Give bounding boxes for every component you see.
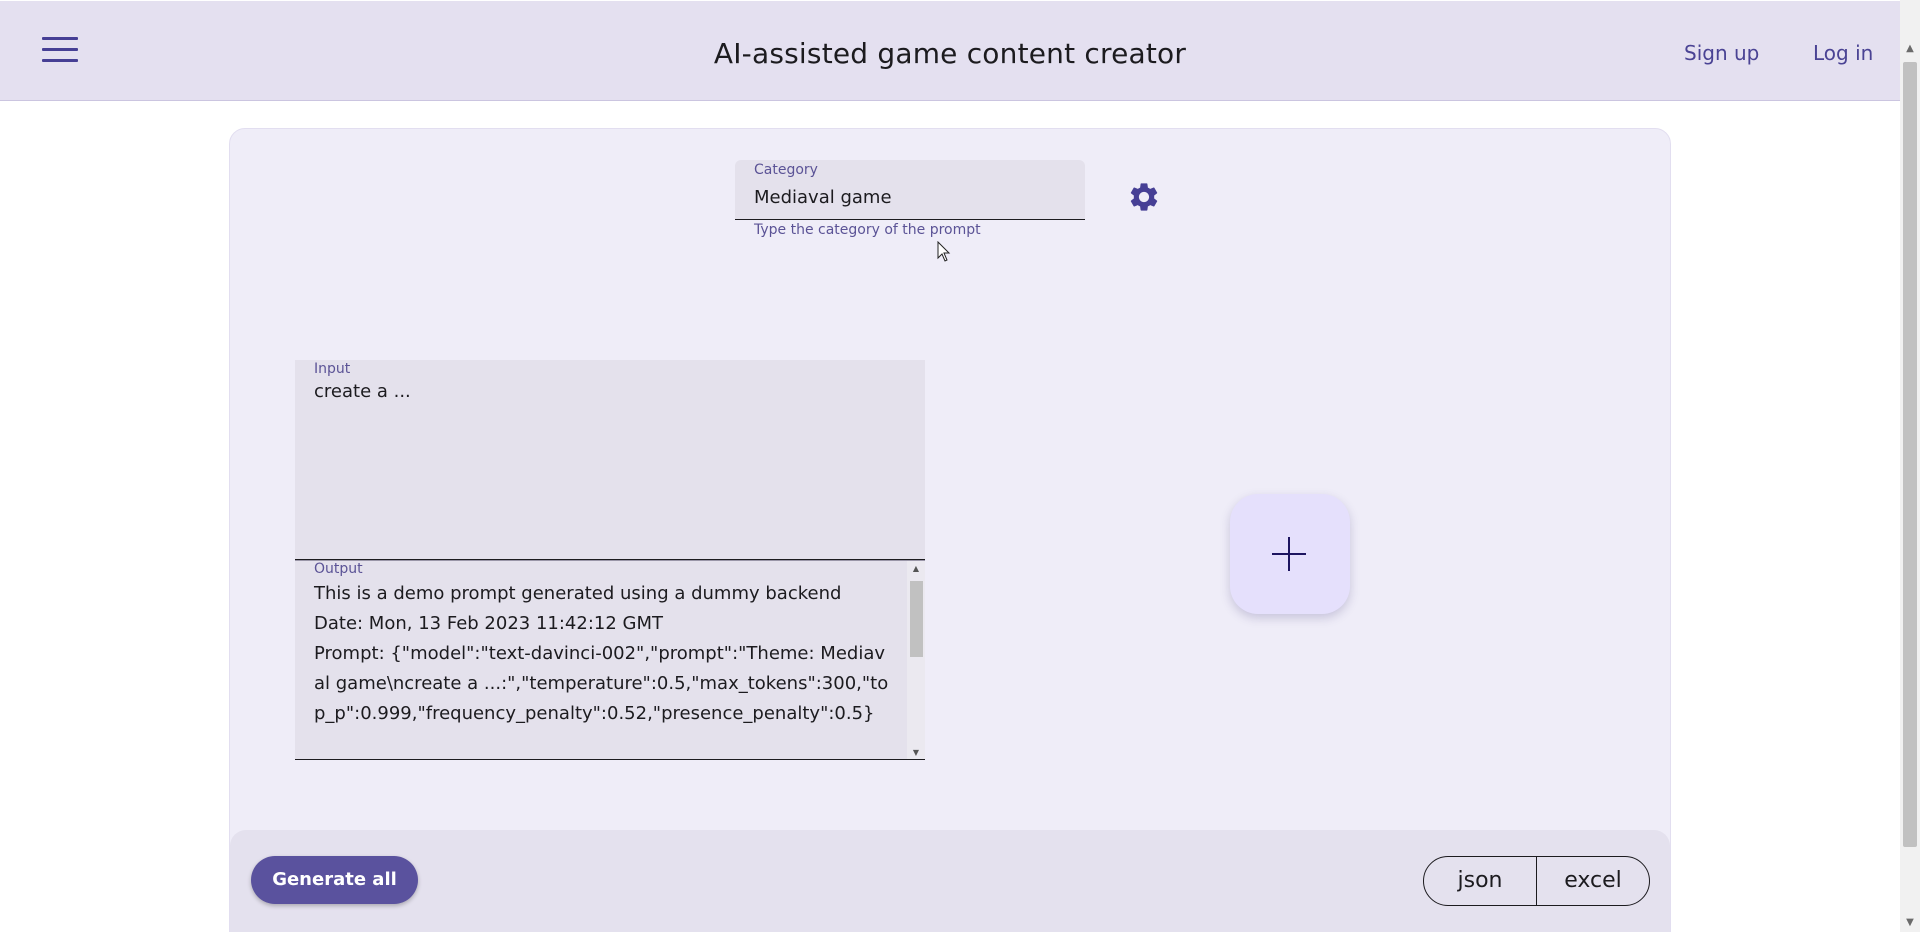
input-value[interactable]: create a ...: [314, 381, 411, 402]
action-bar: Generate all json excel: [230, 830, 1670, 932]
signup-link[interactable]: Sign up: [1684, 41, 1759, 65]
output-scroll-down-icon[interactable]: ▼: [907, 745, 925, 759]
gear-icon[interactable]: [1127, 180, 1161, 214]
category-input[interactable]: Mediaval game: [754, 187, 892, 208]
output-line: Prompt: {"model":"text-davinci-002","pro…: [314, 643, 889, 724]
login-link[interactable]: Log in: [1813, 41, 1873, 65]
add-prompt-button[interactable]: [1230, 494, 1350, 614]
page-title: AI-assisted game content creator: [713, 37, 1187, 70]
mouse-cursor-icon: [937, 241, 951, 262]
output-scrollbar[interactable]: ▲ ▼: [907, 561, 925, 759]
output-line: This is a demo prompt generated using a …: [314, 583, 842, 604]
input-label: Input: [314, 361, 351, 377]
output-label: Output: [314, 561, 363, 577]
page-scrollbar[interactable]: ▲ ▼: [1900, 0, 1920, 932]
output-scroll-thumb[interactable]: [910, 581, 923, 657]
category-helper-text: Type the category of the prompt: [754, 222, 981, 238]
category-field[interactable]: Category Mediaval game: [735, 160, 1085, 220]
app-header: AI-assisted game content creator Sign up…: [0, 1, 1900, 101]
output-text: This is a demo prompt generated using a …: [314, 579, 894, 729]
output-scroll-up-icon[interactable]: ▲: [907, 561, 925, 577]
category-label: Category: [754, 162, 818, 178]
export-excel-button[interactable]: excel: [1537, 857, 1649, 905]
scroll-thumb[interactable]: [1903, 62, 1917, 847]
output-textarea[interactable]: Output This is a demo prompt generated u…: [295, 560, 925, 760]
scroll-up-arrow-icon[interactable]: ▲: [1900, 40, 1920, 58]
output-line: Date: Mon, 13 Feb 2023 11:42:12 GMT: [314, 613, 663, 634]
export-button-group: json excel: [1423, 856, 1650, 906]
scroll-down-arrow-icon[interactable]: ▼: [1900, 914, 1920, 932]
generate-all-button[interactable]: Generate all: [251, 856, 418, 904]
export-json-button[interactable]: json: [1424, 857, 1537, 905]
input-textarea[interactable]: Input create a ...: [295, 360, 925, 560]
